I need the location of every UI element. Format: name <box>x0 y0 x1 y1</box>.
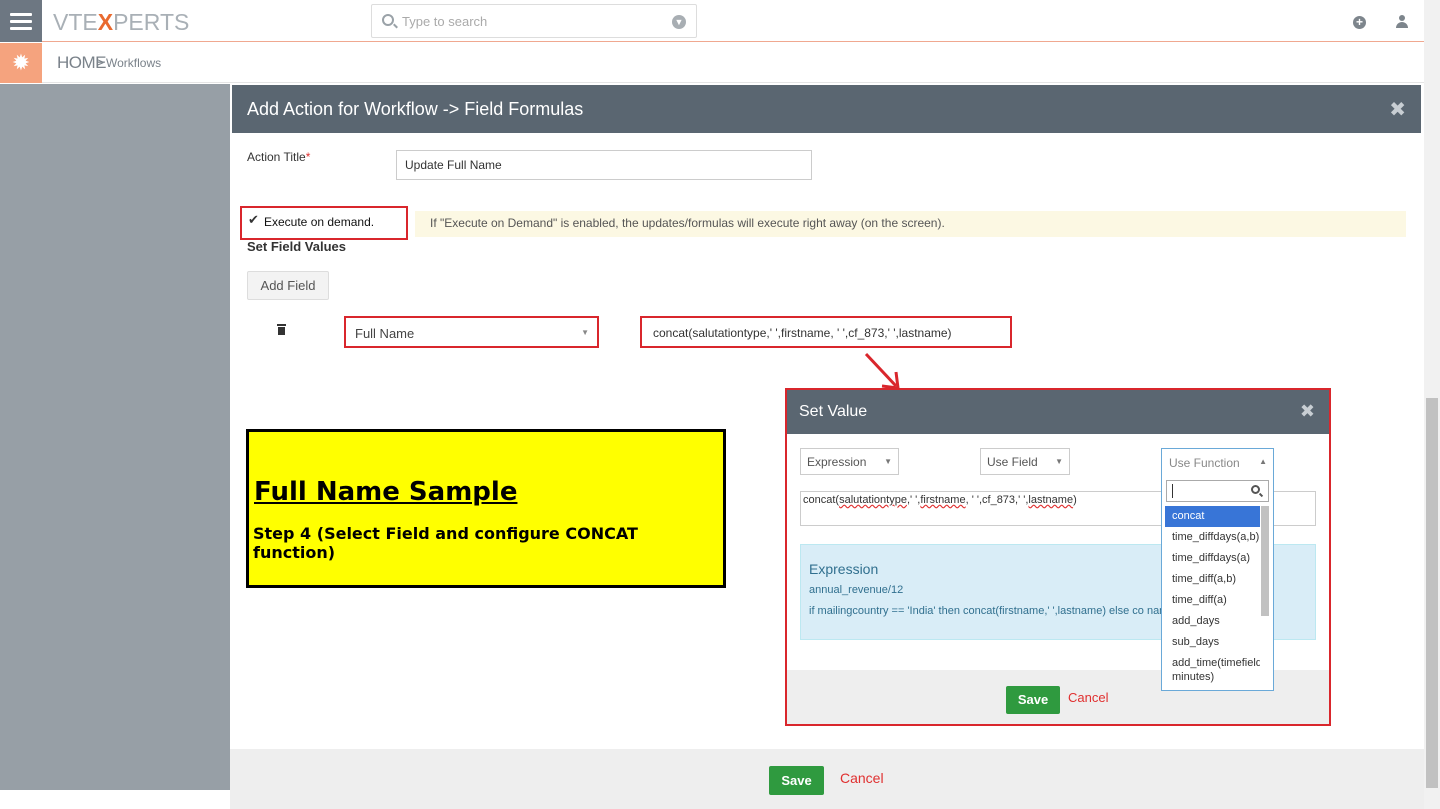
global-search[interactable]: Type to search ▼ <box>371 4 697 38</box>
set-field-values-heading: Set Field Values <box>247 239 346 254</box>
sidebar-backdrop <box>0 84 230 790</box>
function-option[interactable]: time_diff(a) <box>1165 590 1260 611</box>
action-title-label: Action Title* <box>247 150 311 164</box>
function-option[interactable]: time_diffdays(a) <box>1165 548 1260 569</box>
sample-subtitle: Step 4 (Select Field and configure CONCA… <box>253 524 638 562</box>
field-select[interactable]: Full Name ▼ <box>344 316 599 348</box>
plus-circle-icon[interactable]: + <box>1353 16 1366 29</box>
field-expression-input[interactable]: concat(salutationtype,' ',firstname, ' '… <box>640 316 1012 348</box>
modal-header: Add Action for Workflow -> Field Formula… <box>232 85 1421 133</box>
field-expression-value: concat(salutationtype,' ',firstname, ' '… <box>653 326 952 340</box>
menu-icon[interactable] <box>0 0 42 42</box>
page-scrollbar-thumb[interactable] <box>1426 398 1438 788</box>
breadcrumb-current[interactable]: Workflows <box>106 56 161 70</box>
search-icon <box>1251 485 1260 494</box>
action-title-input[interactable]: Update Full Name <box>396 150 812 180</box>
function-option[interactable]: time_diffdays(a,b) <box>1165 527 1260 548</box>
save-button[interactable]: Save <box>769 766 824 795</box>
set-value-cancel-link[interactable]: Cancel <box>1068 690 1108 705</box>
use-function-select[interactable]: Use Function ▲ <box>1162 449 1273 476</box>
set-value-title: Set Value <box>799 403 868 420</box>
breadcrumb-separator: > <box>96 54 105 70</box>
field-select-value: Full Name <box>355 326 415 341</box>
breadcrumb-bar: ✹ HOME > Workflows <box>0 43 1424 83</box>
function-option[interactable]: sub_days <box>1165 632 1260 653</box>
use-function-dropdown[interactable]: Use Function ▲ concat time_diffdays(a,b) … <box>1161 448 1274 691</box>
add-field-button[interactable]: Add Field <box>247 271 329 300</box>
modal-title: Add Action for Workflow -> Field Formula… <box>247 99 584 119</box>
sample-callout: Full Name Sample Step 4 (Select Field an… <box>246 429 726 588</box>
set-value-save-button[interactable]: Save <box>1006 686 1060 714</box>
value-type-select[interactable]: Expression ▼ <box>800 448 899 475</box>
function-option[interactable]: time_diff(a,b) <box>1165 569 1260 590</box>
function-list: concat time_diffdays(a,b) time_diffdays(… <box>1165 506 1260 689</box>
caret-down-icon: ▼ <box>581 328 589 337</box>
execute-on-demand-label[interactable]: Execute on demand. <box>264 215 374 229</box>
chevron-down-icon[interactable]: ▼ <box>672 15 686 29</box>
function-option[interactable]: concat <box>1165 506 1260 527</box>
trash-icon[interactable] <box>277 324 286 335</box>
set-value-header: Set Value ✖ <box>787 390 1329 434</box>
gear-icon[interactable]: ✹ <box>0 43 42 83</box>
execute-note: If "Execute on Demand" is enabled, the u… <box>415 211 1406 237</box>
sample-title: Full Name Sample <box>254 477 518 507</box>
expression-help-heading: Expression <box>809 561 879 577</box>
modal-footer: Save Cancel <box>230 749 1424 809</box>
user-icon[interactable] <box>1396 14 1408 30</box>
search-icon <box>382 14 394 26</box>
function-search-input[interactable] <box>1166 480 1269 502</box>
function-option[interactable]: add_days <box>1165 611 1260 632</box>
function-option[interactable]: add_time(timefield, minutes) <box>1165 653 1260 685</box>
function-list-scrollbar[interactable] <box>1261 506 1269 616</box>
search-input[interactable]: Type to search <box>402 14 487 29</box>
cancel-link[interactable]: Cancel <box>840 770 884 786</box>
top-navbar: VTEXPERTS Type to search ▼ + <box>0 0 1424 42</box>
use-field-select[interactable]: Use Field ▼ <box>980 448 1070 475</box>
execute-on-demand-checkbox[interactable]: ✔ <box>248 212 259 228</box>
expression-example-1: annual_revenue/12 <box>809 584 904 596</box>
close-icon[interactable]: ✖ <box>1389 97 1406 122</box>
logo[interactable]: VTEXPERTS <box>53 9 189 36</box>
close-icon[interactable]: ✖ <box>1300 401 1315 422</box>
